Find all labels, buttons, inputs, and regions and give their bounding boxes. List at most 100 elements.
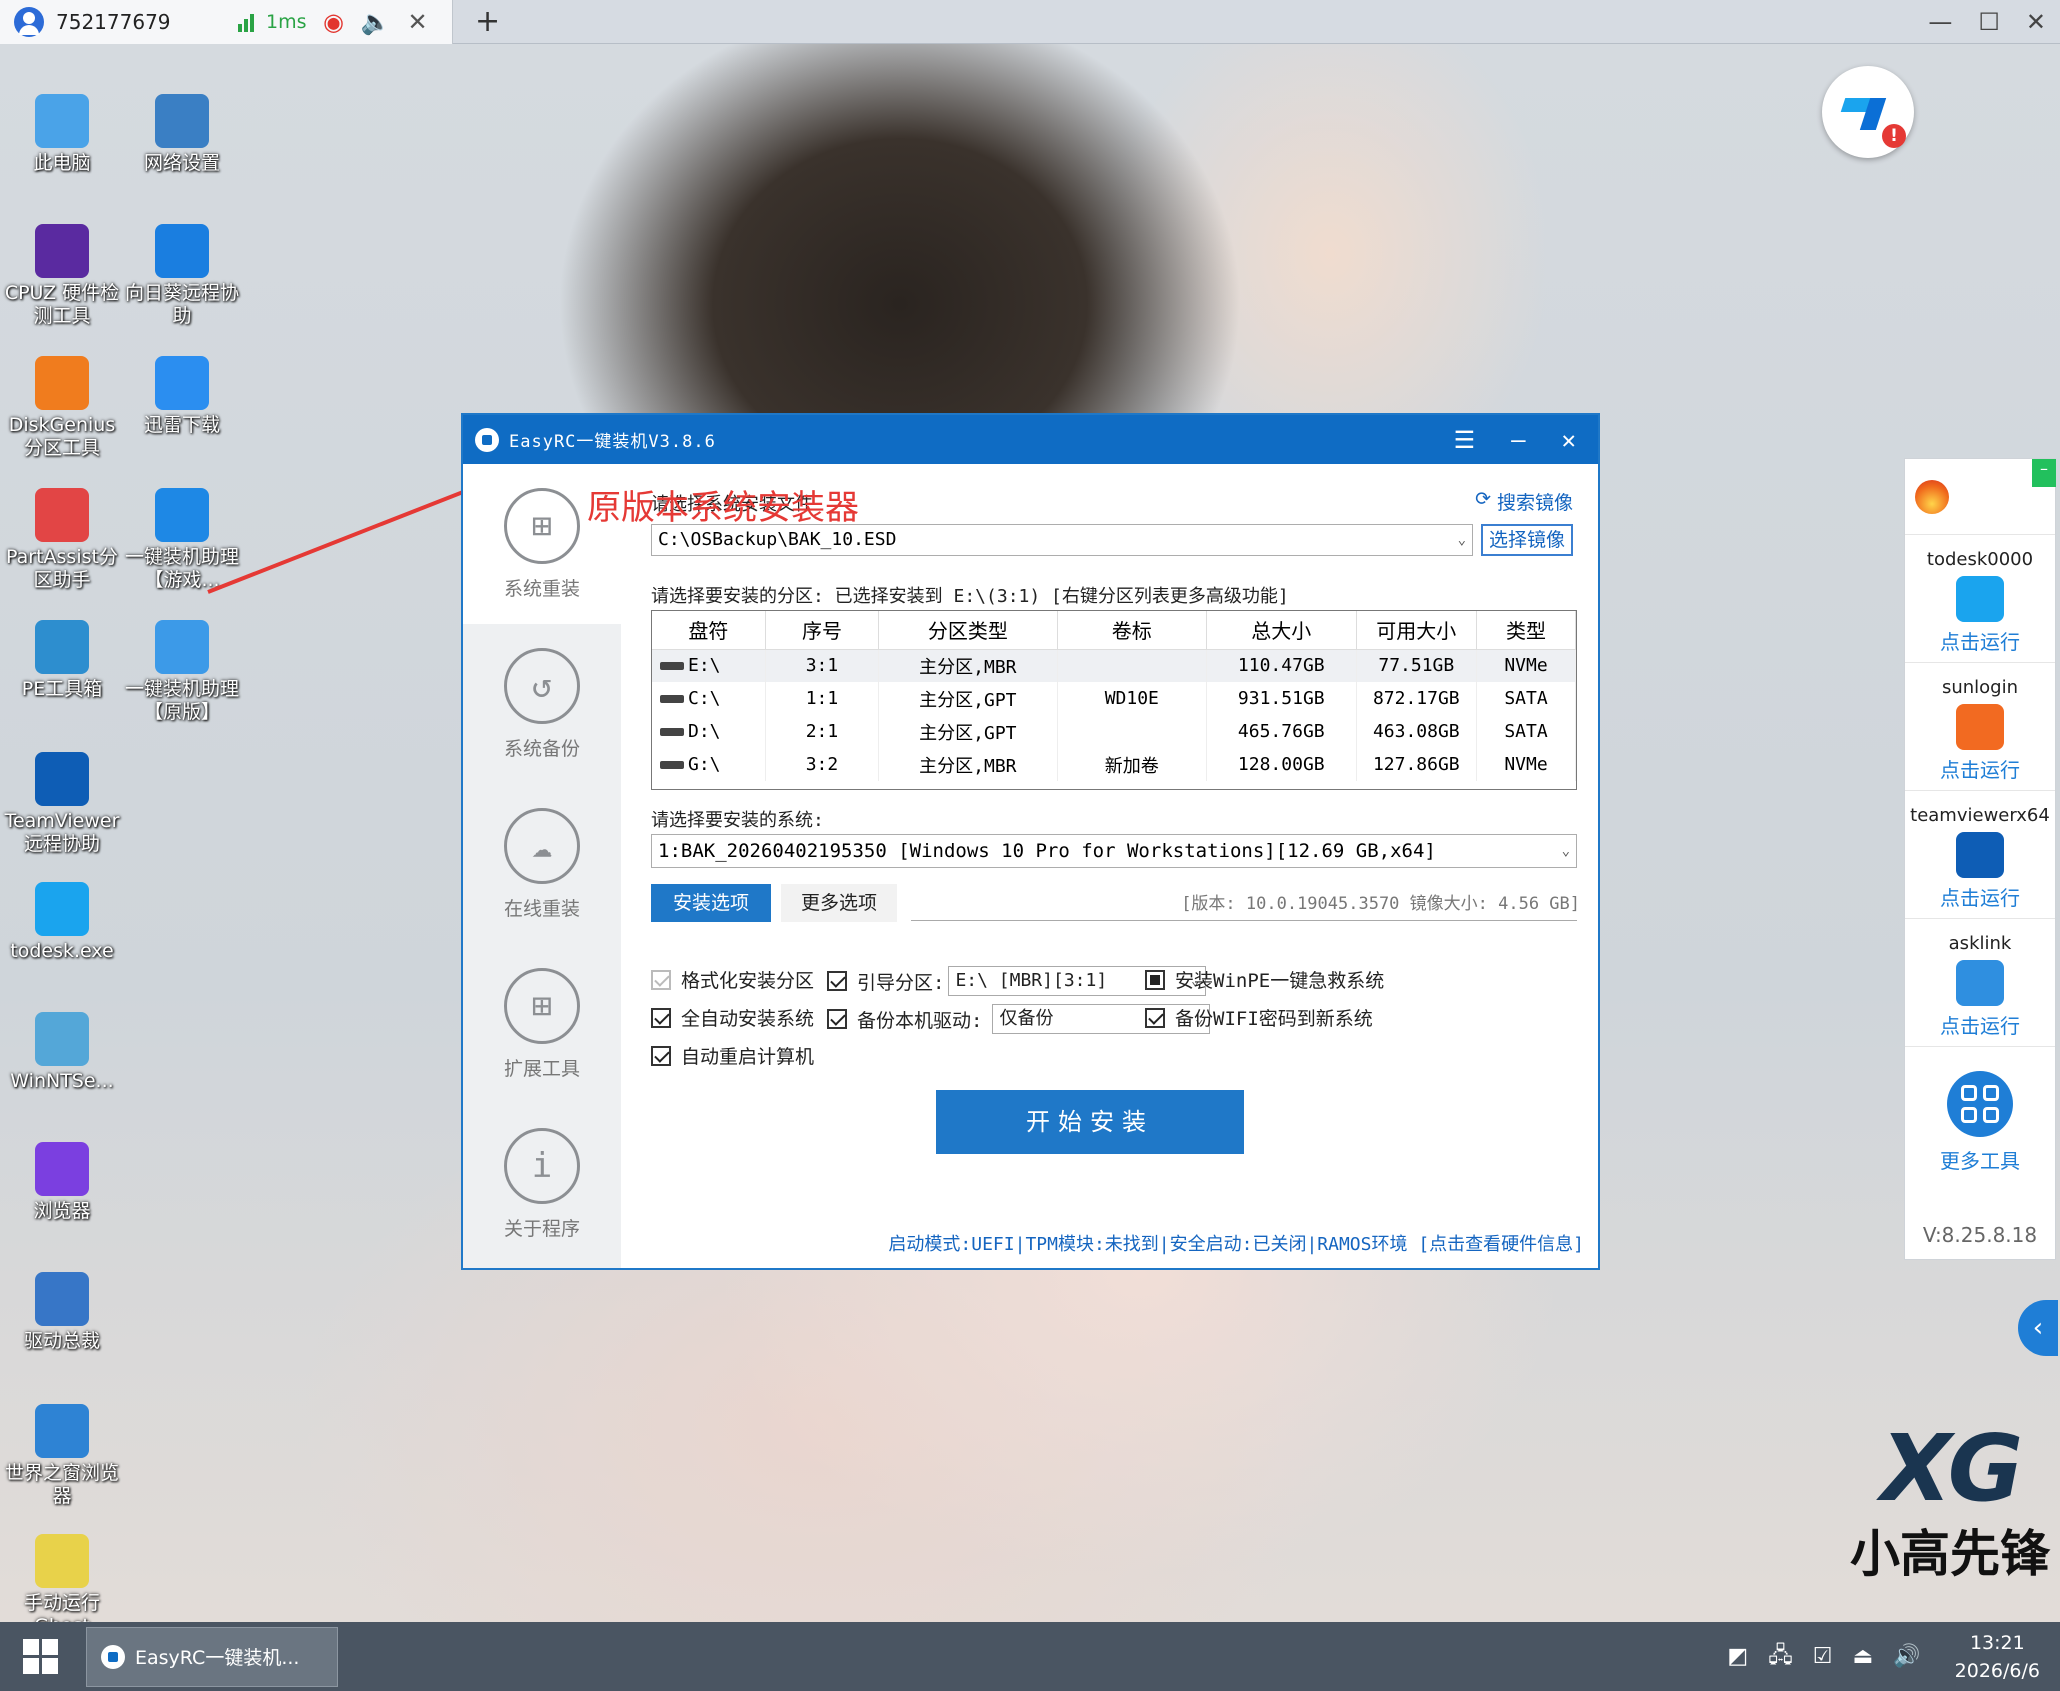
desktop-icon[interactable]: 网络设置 [120, 94, 244, 175]
network-tray-icon[interactable]: 🖧 [1768, 1638, 1793, 1676]
desktop-icon[interactable]: TeamViewer远程协助 [0, 752, 124, 856]
auto-install-label: 全自动安装系统 [681, 1008, 815, 1030]
table-cell: 3:1 [765, 649, 880, 682]
app-titlebar[interactable]: EasyRC一键装机V3.8.6 ☰ — ✕ [463, 415, 1598, 464]
run-link[interactable]: 点击运行 [1905, 882, 2055, 911]
table-row[interactable]: G:\ 3:2 主分区,MBR 新加卷 128.00GB 127.86GB NVMe [652, 748, 1576, 781]
desktop-icon[interactable]: DiskGenius 分区工具 [0, 356, 124, 460]
desktop-icon[interactable]: PartAssist分区助手 [0, 488, 124, 592]
start-windows-icon[interactable] [0, 1622, 80, 1691]
session-id: 752177679 [56, 9, 171, 34]
table-cell: SATA [1476, 715, 1576, 748]
winpe-label: 安装WinPE一键急救系统 [1175, 970, 1385, 992]
session-tab[interactable]: 752177679 1ms ◉ 🔈 ✕ [0, 0, 453, 44]
menu-icon[interactable]: ☰ [1454, 426, 1476, 454]
diskgenius-icon [35, 356, 89, 410]
column-header[interactable]: 序号 [765, 611, 880, 650]
record-icon[interactable]: ◉ [319, 8, 349, 36]
column-header[interactable]: 可用大小 [1356, 611, 1478, 650]
taskbar-easyrc[interactable]: EasyRC一键装机... [86, 1626, 338, 1687]
search-image-button[interactable]: ⟳ 搜索镜像 [1475, 488, 1573, 515]
side-item-sunlogin[interactable]: sunlogin 点击运行 [1905, 663, 2055, 791]
desktop-icon[interactable]: 一键装机助理【原版】 [120, 620, 244, 724]
column-header[interactable]: 分区类型 [878, 611, 1058, 650]
watermark-logo: XG 小高先锋 [1850, 1414, 2050, 1614]
more-tools-button[interactable]: 更多工具 [1905, 1047, 2055, 1174]
alert-badge-icon: ! [1882, 124, 1906, 148]
checkbox-tray-icon[interactable]: ☑ [1813, 1644, 1833, 1669]
desktop-icon[interactable]: 此电脑 [0, 94, 124, 175]
nav-item[interactable]: i 关于程序 [463, 1104, 621, 1264]
side-item-teamviewerx64[interactable]: teamviewerx64 点击运行 [1905, 791, 2055, 919]
collapse-panel-button[interactable]: ‹ [2018, 1300, 2058, 1356]
app-minimize-button[interactable]: — [1511, 426, 1525, 454]
winpe-option[interactable]: 安装WinPE一键急救系统 [1145, 966, 1384, 993]
run-link[interactable]: 点击运行 [1905, 1010, 2055, 1039]
system-select[interactable]: 1:BAK_20260402195350 [Windows 10 Pro for… [651, 834, 1577, 868]
desktop-icon[interactable]: todesk.exe [0, 882, 124, 963]
column-header[interactable]: 总大小 [1206, 611, 1357, 650]
app-main: 请选择系统安装文件 ⟳ 搜索镜像 C:\OSBackup\BAK_10.ESD ⌄ … [621, 464, 1598, 1268]
desktop-icon[interactable]: 向日葵远程协助 [120, 224, 244, 328]
tab-more-options[interactable]: 更多选项 [781, 884, 897, 922]
asklink-icon [1956, 960, 2004, 1006]
close-button[interactable]: ✕ [2026, 8, 2046, 36]
checkbox-icon [651, 969, 671, 990]
table-cell: NVMe [1476, 649, 1576, 682]
format-option[interactable]: 格式化安装分区 [651, 966, 814, 993]
drive-cell: C:\ [652, 682, 766, 715]
status-line[interactable]: 启动模式:UEFI|TPM模块:未找到|安全启动:已关闭|RAMOS环境 [点击… [888, 1230, 1584, 1256]
table-row[interactable]: D:\ 2:1 主分区,GPT 465.76GB 463.08GB SATA [652, 715, 1576, 748]
run-link[interactable]: 点击运行 [1905, 626, 2055, 655]
maximize-button[interactable]: ☐ [1978, 8, 2000, 36]
auto-reboot-option[interactable]: 自动重启计算机 [651, 1042, 814, 1069]
table-row[interactable]: E:\ 3:1 主分区,MBR 110.47GB 77.51GB NVMe [652, 649, 1576, 682]
desktop-icon[interactable]: 驱动总裁 [0, 1272, 124, 1353]
desktop-icon[interactable]: WinNTSe... [0, 1012, 124, 1093]
clock[interactable]: 13:21 2026/6/6 [1955, 1629, 2040, 1685]
column-header[interactable]: 类型 [1476, 611, 1576, 650]
tab-install-options[interactable]: 安装选项 [651, 884, 771, 922]
table-row[interactable]: C:\ 1:1 主分区,GPT WD10E 931.51GB 872.17GB SATA [652, 682, 1576, 715]
usb-tray-icon[interactable]: ⏏ [1852, 1644, 1873, 1669]
nav-item[interactable]: ↺ 系统备份 [463, 624, 621, 784]
desktop-icon[interactable]: 迅雷下载 [120, 356, 244, 437]
column-header[interactable]: 盘符 [652, 611, 766, 650]
minimize-button[interactable]: — [1928, 8, 1952, 36]
system-value: 1:BAK_20260402195350 [Windows 10 Pro for… [658, 840, 1436, 862]
speaker-icon[interactable]: 🔈 [361, 8, 391, 36]
side-item-asklink[interactable]: asklink 点击运行 [1905, 919, 2055, 1047]
nav-item[interactable]: ☁ 在线重装 [463, 784, 621, 944]
desktop-icon-label: PartAssist分区助手 [6, 546, 118, 591]
add-tab-button[interactable]: + [475, 4, 500, 39]
checkbox-icon [1145, 1007, 1165, 1028]
desktop-icon[interactable]: 手动运行Ghost [0, 1534, 124, 1622]
todesk-tray-icon[interactable]: ◩ [1727, 1644, 1748, 1669]
volume-tray-icon[interactable]: 🔊 [1893, 1644, 1920, 1669]
desktop-icon[interactable]: 一键装机助理【游戏... [120, 488, 244, 592]
wifi-option[interactable]: 备份WIFI密码到新系统 [1145, 1004, 1373, 1031]
column-header[interactable]: 卷标 [1057, 611, 1208, 650]
refresh-icon: ⟳ [1475, 488, 1491, 510]
nav-item[interactable]: ⊞ 扩展工具 [463, 944, 621, 1104]
todesk-icon [1956, 576, 2004, 622]
desktop-icon[interactable]: 世界之窗浏览器 [0, 1404, 124, 1508]
todesk-float-button[interactable]: ! [1822, 66, 1914, 158]
run-link[interactable]: 点击运行 [1905, 754, 2055, 783]
close-tab-icon[interactable]: ✕ [403, 8, 433, 36]
desktop-icon[interactable]: CPUZ 硬件检测工具 [0, 224, 124, 328]
auto-install-option[interactable]: 全自动安装系统 [651, 1004, 814, 1031]
start-install-button[interactable]: 开始安装 [936, 1090, 1244, 1154]
app-close-button[interactable]: ✕ [1562, 426, 1576, 454]
minus-tab-icon[interactable]: – [2032, 459, 2056, 487]
teamviewer-icon [35, 752, 89, 806]
desktop-icon[interactable]: PE工具箱 [0, 620, 124, 701]
desktop-icon[interactable]: 浏览器 [0, 1142, 124, 1223]
side-item-todesk0000[interactable]: todesk0000 点击运行 [1905, 535, 2055, 663]
side-item-name: asklink [1948, 933, 2012, 954]
drive-cell: D:\ [652, 715, 766, 748]
windows-icon: ⊞ [504, 487, 580, 564]
choose-image-button[interactable]: 选择镜像 [1481, 524, 1573, 556]
table-cell: 465.76GB [1206, 715, 1357, 748]
clock-date: 2026/6/6 [1954, 1659, 2040, 1682]
